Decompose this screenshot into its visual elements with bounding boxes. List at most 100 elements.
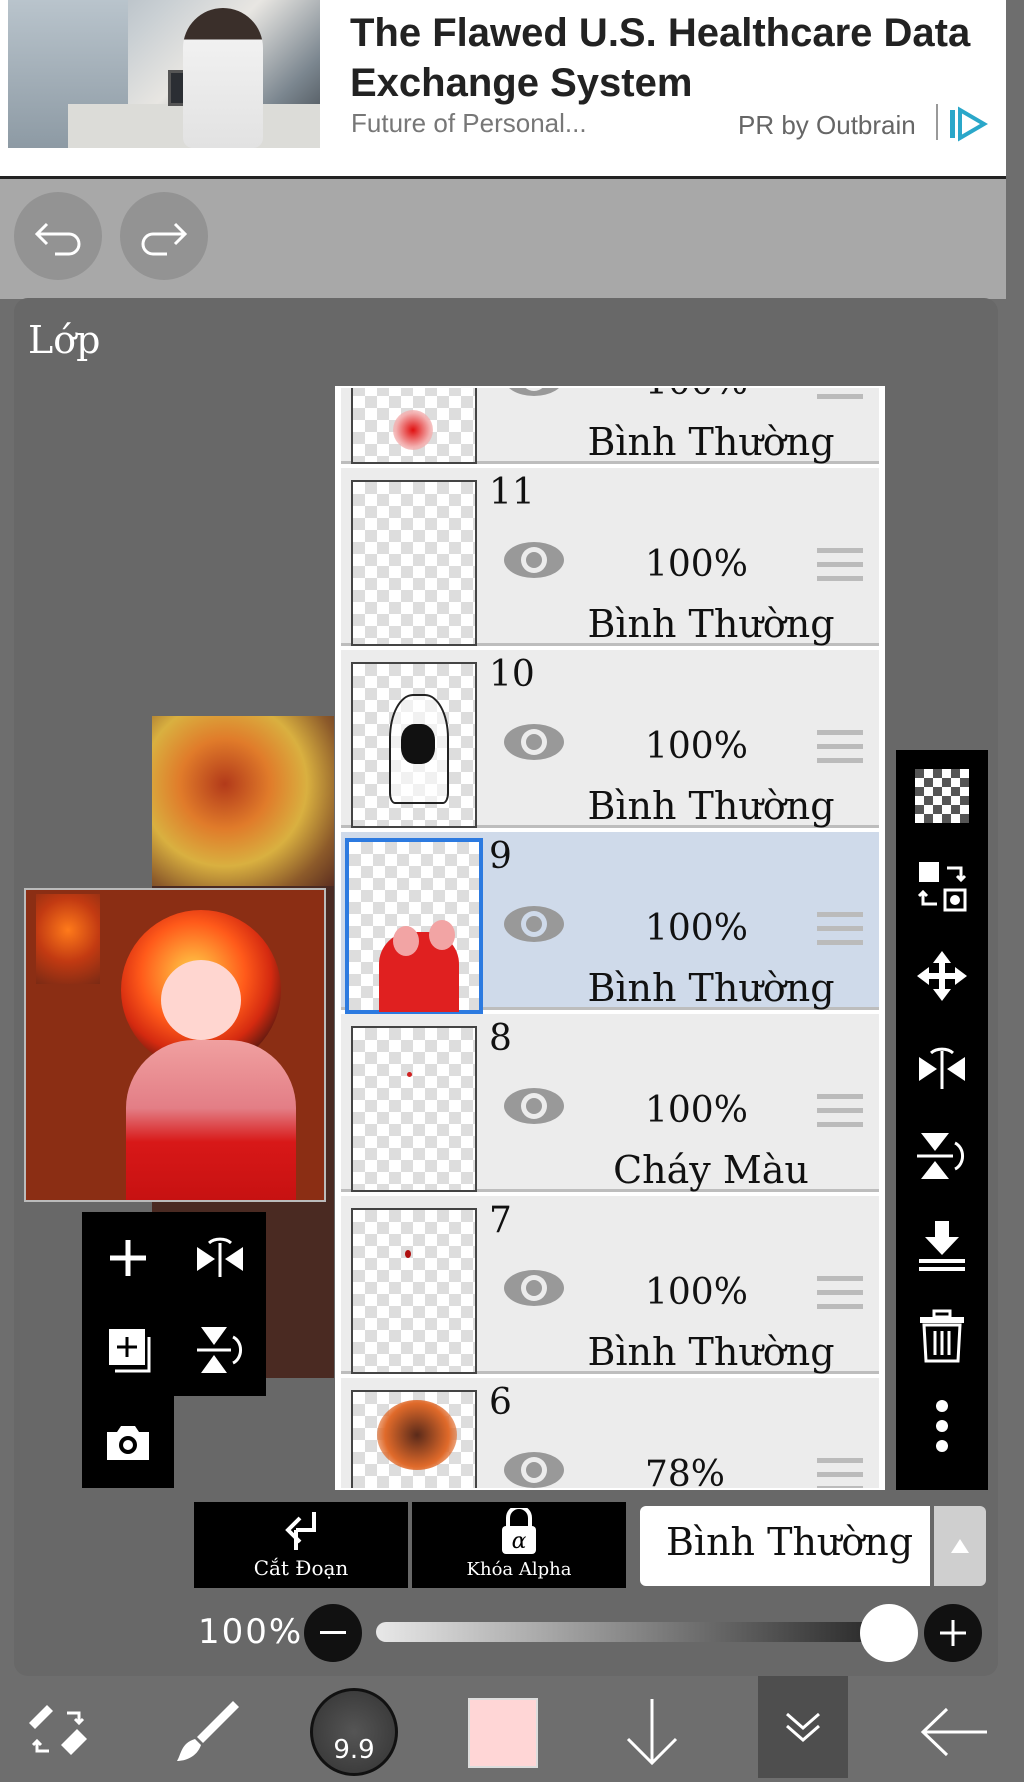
drag-handle-icon[interactable] bbox=[817, 730, 863, 768]
ad-subtitle[interactable]: Future of Personal... bbox=[351, 108, 587, 139]
arrow-left-icon bbox=[920, 1707, 987, 1757]
layer-row-selected[interactable]: 9 100% Bình Thường bbox=[341, 832, 879, 1014]
brush-tool-button[interactable] bbox=[160, 1690, 256, 1774]
undo-button[interactable] bbox=[14, 192, 102, 280]
more-vertical-icon bbox=[936, 1400, 948, 1452]
delete-layer-button[interactable] bbox=[896, 1290, 988, 1382]
layer-thumbnail[interactable] bbox=[351, 480, 477, 646]
flip-vertical-icon bbox=[197, 1327, 242, 1373]
swap-button[interactable] bbox=[896, 840, 988, 932]
camera-button[interactable] bbox=[82, 1396, 174, 1488]
layer-thumbnail[interactable] bbox=[351, 1390, 477, 1488]
flip-horizontal-icon bbox=[919, 1047, 965, 1089]
layer-number: 6 bbox=[489, 1382, 512, 1423]
camera-icon bbox=[107, 1426, 149, 1460]
more-options-button[interactable] bbox=[896, 1380, 988, 1472]
layer-opacity: 78% bbox=[645, 1454, 726, 1490]
redo-button[interactable] bbox=[120, 192, 208, 280]
ad-banner[interactable]: The Flawed U.S. Healthcare Data Exchange… bbox=[0, 0, 1024, 179]
visibility-eye-icon[interactable] bbox=[501, 720, 567, 764]
flip-vertical-button[interactable] bbox=[896, 1110, 988, 1202]
move-layer-down-button[interactable] bbox=[604, 1690, 700, 1774]
canvas-preview[interactable] bbox=[24, 888, 326, 1202]
layer-opacity: 100% bbox=[645, 908, 748, 949]
move-icon bbox=[917, 951, 967, 1001]
visibility-eye-icon[interactable] bbox=[501, 902, 567, 946]
layer-row[interactable]: 10 100% Bình Thường bbox=[341, 650, 879, 828]
layer-row[interactable]: 6 78% bbox=[341, 1378, 879, 1490]
brush-size-button[interactable]: 9.9 bbox=[310, 1688, 398, 1776]
layer-thumbnail[interactable] bbox=[351, 1026, 477, 1192]
add-layer-button[interactable] bbox=[82, 1212, 174, 1304]
drag-handle-icon[interactable] bbox=[817, 1276, 863, 1314]
lock-alpha-icon: α bbox=[502, 1508, 536, 1554]
layer-row[interactable]: 8 100% Cháy Màu bbox=[341, 1014, 879, 1192]
layer-thumbnail[interactable] bbox=[345, 838, 483, 1014]
layer-thumbnail[interactable] bbox=[351, 388, 477, 464]
layer-number: 7 bbox=[489, 1200, 512, 1241]
outbrain-logo-icon[interactable] bbox=[948, 104, 988, 144]
opacity-decrease-button[interactable] bbox=[304, 1604, 362, 1662]
layer-panel-toggle-button[interactable] bbox=[758, 1676, 848, 1778]
back-button[interactable] bbox=[906, 1690, 1002, 1774]
opacity-slider-knob[interactable] bbox=[860, 1604, 918, 1662]
minus-icon bbox=[320, 1631, 346, 1634]
merge-down-icon bbox=[919, 1221, 965, 1271]
double-chevron-down-icon bbox=[786, 1712, 820, 1742]
visibility-eye-icon[interactable] bbox=[501, 1266, 567, 1310]
opacity-slider[interactable] bbox=[376, 1622, 896, 1642]
layer-blend-mode: Bình Thường bbox=[587, 966, 835, 1010]
layer-row[interactable]: 7 100% Bình Thường bbox=[341, 1196, 879, 1374]
layer-thumbnail[interactable] bbox=[351, 1208, 477, 1374]
layer-row[interactable]: 11 100% Bình Thường bbox=[341, 468, 879, 646]
flip-horizontal-button[interactable] bbox=[896, 1020, 988, 1112]
alpha-lock-button[interactable]: α Khóa Alpha bbox=[412, 1502, 626, 1588]
drag-handle-icon[interactable] bbox=[817, 388, 863, 404]
flip-horizontal-button[interactable] bbox=[174, 1212, 266, 1304]
duplicate-layer-button[interactable] bbox=[82, 1304, 174, 1396]
drag-handle-icon[interactable] bbox=[817, 912, 863, 950]
ad-image[interactable] bbox=[8, 0, 320, 148]
blend-mode-select[interactable]: Bình Thường bbox=[640, 1506, 930, 1586]
color-swatch-button[interactable] bbox=[468, 1698, 538, 1768]
flip-vertical-button[interactable] bbox=[174, 1304, 266, 1396]
swap-icon bbox=[917, 862, 967, 912]
visibility-eye-icon[interactable] bbox=[501, 1448, 567, 1490]
merge-down-button[interactable] bbox=[896, 1200, 988, 1292]
ad-sponsor[interactable]: PR by Outbrain bbox=[738, 110, 916, 141]
clipping-label: Cắt Đoạn bbox=[253, 1556, 349, 1580]
checkerboard-icon bbox=[915, 769, 969, 823]
layer-opacity: 100% bbox=[645, 726, 748, 767]
right-edge bbox=[1006, 0, 1024, 1782]
clipping-button[interactable]: Cắt Đoạn bbox=[194, 1502, 408, 1588]
plus-icon bbox=[940, 1620, 966, 1646]
layer-number: 9 bbox=[489, 836, 512, 877]
layer-blend-mode: Bình Thường bbox=[587, 602, 835, 646]
layer-blend-mode: Cháy Màu bbox=[613, 1148, 809, 1192]
ad-title[interactable]: The Flawed U.S. Healthcare Data Exchange… bbox=[350, 8, 1010, 108]
drag-handle-icon[interactable] bbox=[817, 1458, 863, 1488]
brush-eraser-switch-icon bbox=[29, 1705, 87, 1755]
drag-handle-icon[interactable] bbox=[817, 1094, 863, 1132]
transparent-fill-button[interactable] bbox=[896, 750, 988, 842]
layer-number: 8 bbox=[489, 1018, 512, 1059]
move-button[interactable] bbox=[896, 930, 988, 1022]
layer-opacity: 100% bbox=[645, 388, 748, 403]
opacity-increase-button[interactable] bbox=[924, 1604, 982, 1662]
layer-thumbnail[interactable] bbox=[351, 662, 477, 828]
layer-row[interactable]: 12 100% Bình Thường bbox=[341, 386, 879, 464]
flip-vertical-icon bbox=[917, 1133, 964, 1179]
visibility-eye-icon[interactable] bbox=[501, 538, 567, 582]
visibility-eye-icon[interactable] bbox=[501, 386, 567, 400]
brush-icon bbox=[177, 1701, 239, 1761]
right-tool-column bbox=[896, 750, 988, 1490]
undo-icon bbox=[34, 222, 81, 256]
opacity-value-label: 100% bbox=[198, 1612, 304, 1652]
tool-switch-button[interactable] bbox=[10, 1690, 106, 1774]
drag-handle-icon[interactable] bbox=[817, 548, 863, 586]
layer-number: 10 bbox=[489, 654, 535, 695]
visibility-eye-icon[interactable] bbox=[501, 1084, 567, 1128]
blend-mode-dropdown-button[interactable] bbox=[934, 1506, 986, 1586]
layer-list[interactable]: 12 100% Bình Thường 11 100% Bình Thường … bbox=[335, 386, 885, 1490]
layer-blend-mode: Bình Thường bbox=[587, 784, 835, 828]
